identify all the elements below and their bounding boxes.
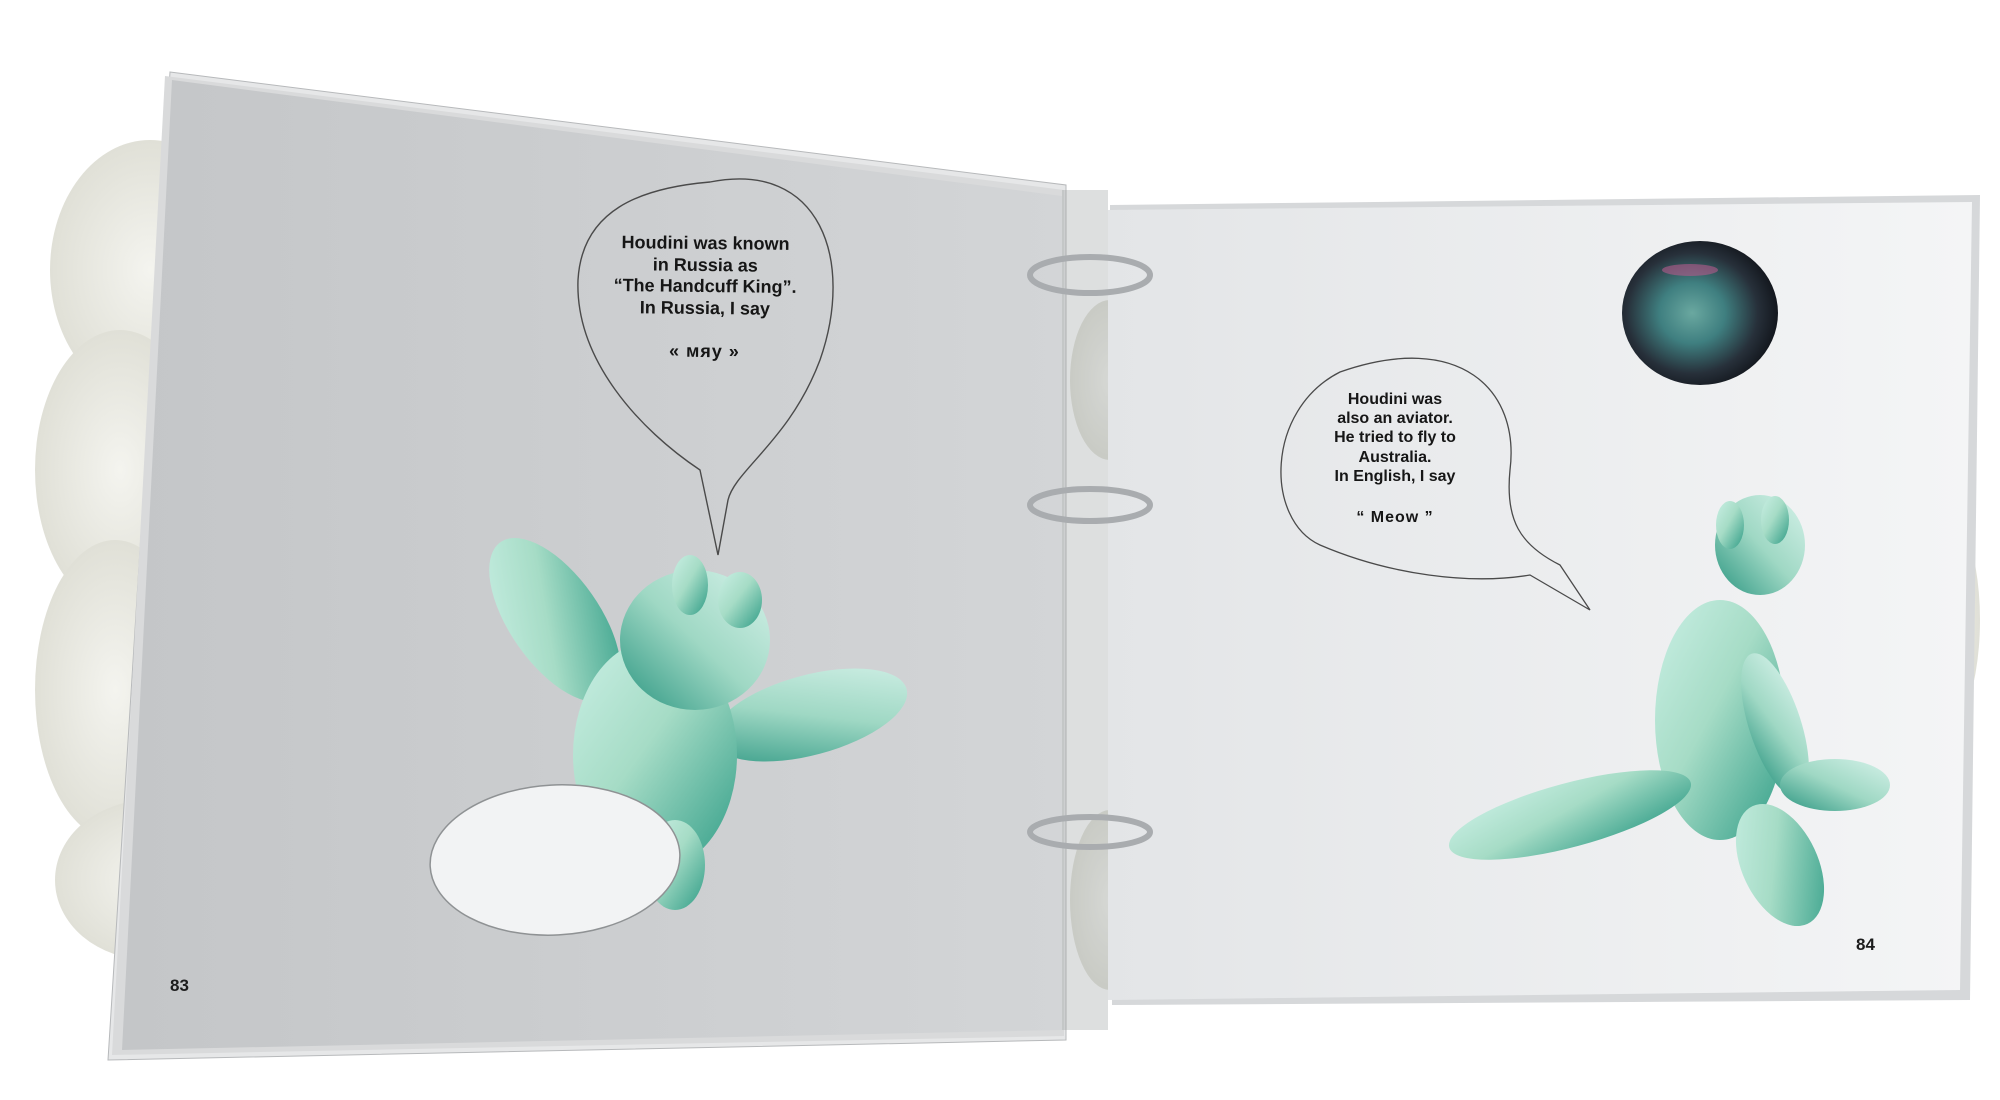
right-speech-line: Houdini was: [1347, 391, 1443, 408]
left-speech-line: Houdini was known: [621, 232, 790, 254]
left-speech-text: Houdini was known in Russia as “The Hand…: [559, 231, 850, 364]
right-speech-line: He tried to fly to: [1334, 429, 1456, 447]
holographic-sphere: [1622, 241, 1778, 385]
page-number-right: 84: [1856, 935, 1875, 954]
left-speech-line: “The Handcuff King”.: [613, 275, 797, 298]
left-speech-word: « мяу »: [668, 341, 740, 362]
right-speech-line: Australia.: [1358, 448, 1432, 466]
right-speech-word: “ Meow ”: [1356, 508, 1434, 526]
left-speech-line: in Russia as: [652, 254, 758, 276]
photo-scene: Houdini was known in Russia as “The Hand…: [0, 0, 2000, 1100]
right-speech-line: In English, I say: [1334, 467, 1456, 485]
right-speech-line: also an aviator.: [1337, 410, 1453, 428]
open-book-illustration: [35, 71, 1980, 1061]
left-speech-line: In Russia, I say: [639, 297, 771, 319]
page-number-left: 83: [170, 976, 189, 995]
right-speech-text: Houdini was also an aviator. He tried to…: [1285, 390, 1505, 527]
right-page: [1108, 202, 1972, 1000]
